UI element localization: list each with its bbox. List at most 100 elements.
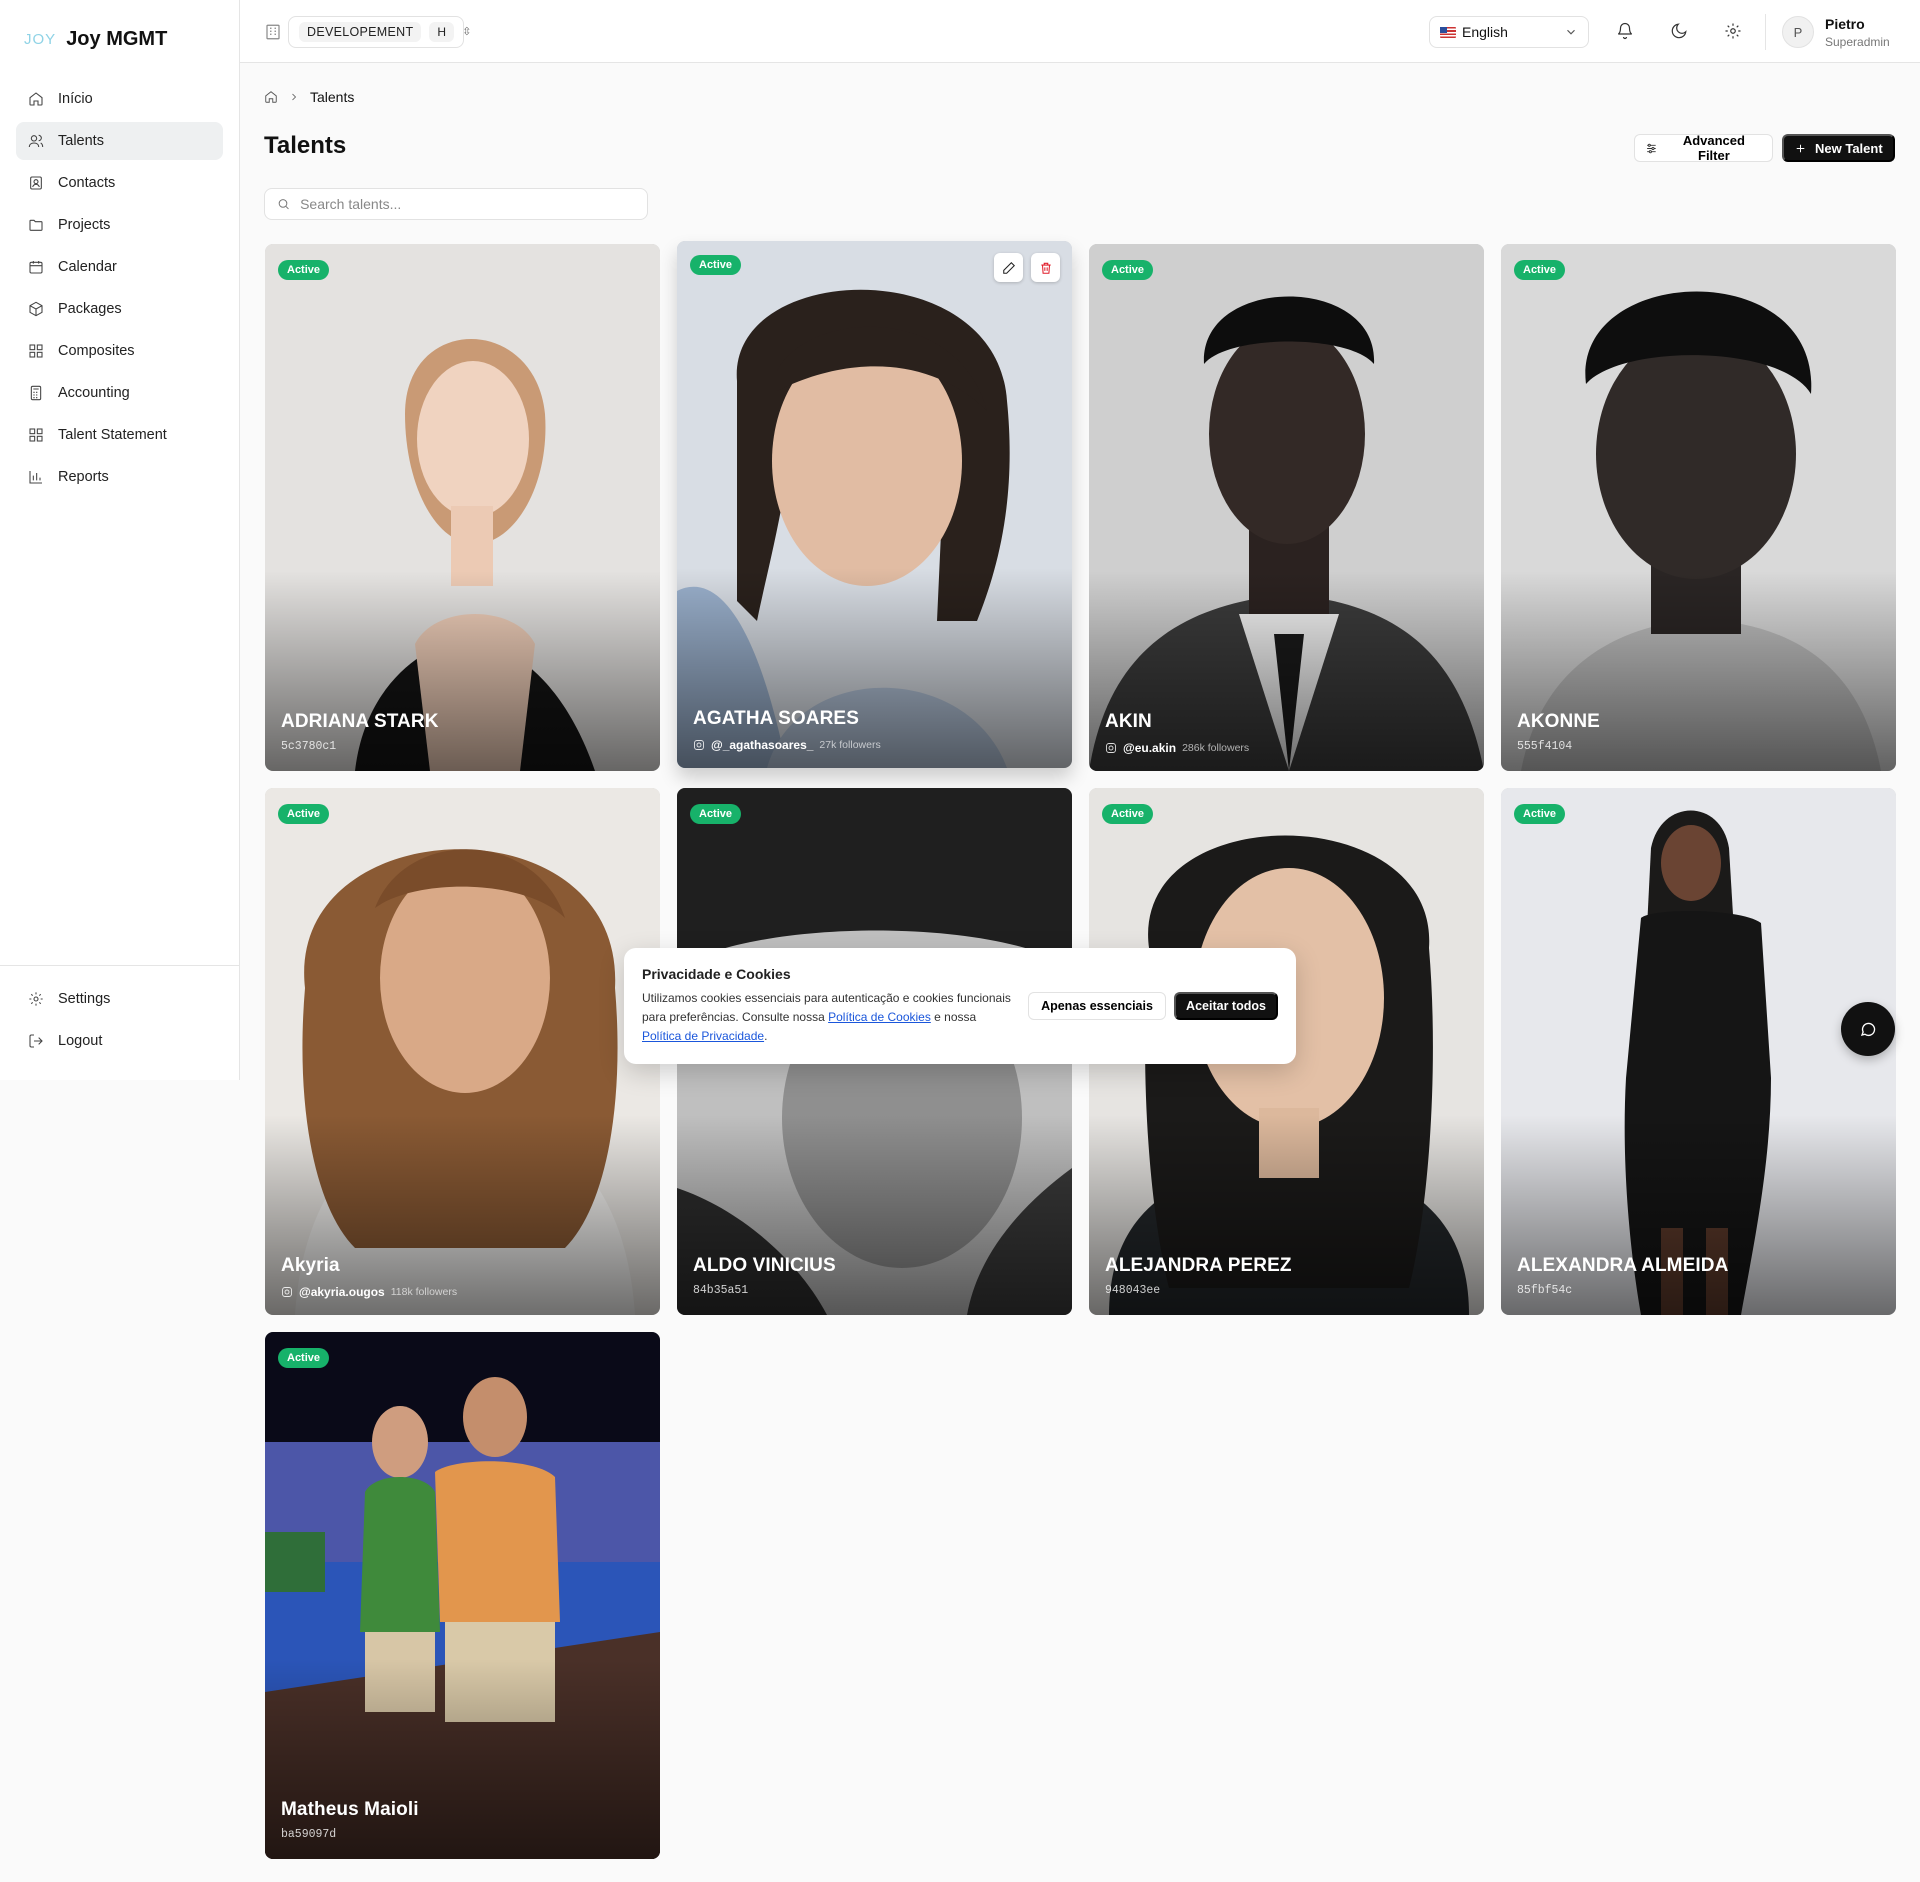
sidebar-item-packages[interactable]: Packages (16, 290, 223, 328)
sidebar-item-accounting[interactable]: Accounting (16, 374, 223, 412)
trash-icon (1040, 262, 1051, 274)
social-handle[interactable]: @_agathasoares_ (711, 738, 813, 752)
sidebar-item-reports[interactable]: Reports (16, 458, 223, 496)
building-icon (266, 24, 280, 40)
language-label: English (1462, 24, 1508, 40)
talent-card[interactable]: Active Akyria @akyria.ougos 118k followe… (265, 788, 660, 1315)
sidebar-item-talents[interactable]: Talents (16, 122, 223, 160)
settings-button[interactable] (1722, 20, 1744, 42)
status-badge: Active (1102, 804, 1154, 824)
avatar[interactable]: P (1782, 16, 1814, 48)
privacy-policy-link[interactable]: Política de Privacidade (642, 1029, 764, 1043)
talent-code: 84b35a51 (693, 1284, 749, 1297)
sliders-icon (1647, 143, 1656, 153)
grid-icon (29, 428, 43, 442)
logout-icon (29, 1034, 43, 1048)
advanced-filter-button[interactable]: Advanced Filter (1634, 133, 1773, 163)
sidebar-item-talent-statement[interactable]: Talent Statement (16, 416, 223, 454)
brand-mark: JOY (24, 31, 57, 48)
home-icon (29, 92, 43, 106)
accept-all-button[interactable]: Aceitar todos (1174, 992, 1278, 1020)
cookie-policy-link[interactable]: Política de Cookies (828, 1010, 931, 1024)
status-badge: Active (278, 804, 330, 824)
sidebar-item-calendar[interactable]: Calendar (16, 248, 223, 286)
cookie-text-part: . (764, 1029, 768, 1043)
delete-button[interactable] (1031, 253, 1060, 282)
plus-icon (1796, 144, 1805, 152)
environment-key: H (429, 22, 455, 42)
gear-icon (1725, 23, 1741, 39)
talent-code: ba59097d (281, 1828, 337, 1841)
sidebar-item-label: Packages (58, 301, 122, 317)
talent-card[interactable]: Active AKIN @eu.akin 286k followers (1089, 244, 1484, 771)
sidebar-item-label: Talent Statement (58, 427, 167, 443)
notifications-button[interactable] (1614, 20, 1636, 42)
social-handle[interactable]: @akyria.ougos (299, 1285, 385, 1299)
status-badge: Active (690, 255, 742, 275)
chat-bubble-icon (1860, 1022, 1876, 1037)
chevron-right-icon (292, 93, 297, 101)
top-bar: DEVELOPEMENT H ⇳ English P Pietro Supera… (240, 0, 1920, 63)
breadcrumb-current: Talents (310, 89, 355, 105)
talent-name: ALEJANDRA PEREZ (1105, 1255, 1292, 1276)
status-badge: Active (278, 1348, 330, 1368)
chevron-up-down-icon: ⇳ (462, 25, 472, 38)
environment-name: DEVELOPEMENT (299, 22, 422, 42)
talent-social: @_agathasoares_ 27k followers (693, 738, 881, 752)
cookie-title: Privacidade e Cookies (642, 966, 791, 982)
divider (1765, 14, 1766, 50)
environment-selector[interactable]: DEVELOPEMENT H ⇳ (288, 16, 471, 48)
users-icon (28, 134, 44, 148)
home-icon[interactable] (264, 90, 278, 104)
talent-card[interactable]: Active AGATHA SOARES @_agathasoares_ 27k… (677, 241, 1072, 768)
breadcrumb: Talents (264, 89, 354, 105)
sidebar: JOY Joy MGMT Início Talents Contacts Pro… (0, 0, 240, 1080)
talent-social: @eu.akin 286k followers (1105, 741, 1249, 755)
sidebar-item-inicio[interactable]: Início (16, 80, 223, 118)
calendar-icon (29, 261, 43, 274)
talent-code: 948043ee (1105, 1284, 1161, 1297)
talent-code: 5c3780c1 (281, 740, 337, 753)
status-badge: Active (1514, 260, 1566, 280)
sidebar-item-label: Início (58, 91, 93, 107)
talent-card[interactable]: Active ADRIANA STARK 5c3780c1 (265, 244, 660, 771)
social-handle[interactable]: @eu.akin (1123, 741, 1176, 755)
cookie-text-part: e nossa (930, 1010, 977, 1024)
talent-card[interactable]: Active AKONNE 555f4104 (1501, 244, 1896, 771)
sidebar-item-contacts[interactable]: Contacts (16, 164, 223, 202)
essential-only-button[interactable]: Apenas essenciais (1028, 992, 1166, 1020)
search-bar (264, 188, 648, 220)
sidebar-item-composites[interactable]: Composites (16, 332, 223, 370)
sidebar-item-label: Reports (58, 469, 109, 485)
language-selector[interactable]: English (1429, 16, 1589, 48)
bell-icon (1618, 22, 1632, 40)
brand-name: Joy MGMT (66, 28, 168, 50)
status-badge: Active (278, 260, 330, 280)
sidebar-item-projects[interactable]: Projects (16, 206, 223, 244)
sidebar-item-label: Calendar (58, 259, 117, 275)
talent-card[interactable]: Active ALEXANDRA ALMEIDA 85fbf54c (1501, 788, 1896, 1315)
brand-logo[interactable]: JOY Joy MGMT (24, 28, 167, 51)
calculator-icon (30, 385, 42, 401)
folder-icon (29, 219, 43, 231)
followers-count: 286k followers (1182, 742, 1250, 754)
talent-card[interactable]: Active Matheus Maioli ba59097d (265, 1332, 660, 1859)
sidebar-item-settings[interactable]: Settings (16, 980, 223, 1018)
talent-name: ALEXANDRA ALMEIDA (1517, 1255, 1729, 1276)
followers-count: 27k followers (819, 739, 881, 751)
new-talent-button[interactable]: New Talent (1782, 134, 1895, 162)
sidebar-item-label: Accounting (58, 385, 130, 401)
search-icon (278, 199, 289, 210)
edit-button[interactable] (994, 253, 1023, 282)
sidebar-item-label: Logout (58, 1033, 103, 1049)
sidebar-item-label: Contacts (58, 175, 116, 191)
sidebar-item-label: Talents (58, 133, 104, 149)
theme-toggle-button[interactable] (1668, 20, 1690, 42)
contact-icon (30, 176, 42, 190)
pencil-icon (1002, 261, 1015, 274)
user-name[interactable]: Pietro (1825, 16, 1865, 32)
sidebar-item-logout[interactable]: Logout (16, 1022, 223, 1060)
card-actions (994, 253, 1060, 282)
chat-button[interactable] (1841, 1002, 1895, 1056)
search-input[interactable] (300, 196, 635, 212)
